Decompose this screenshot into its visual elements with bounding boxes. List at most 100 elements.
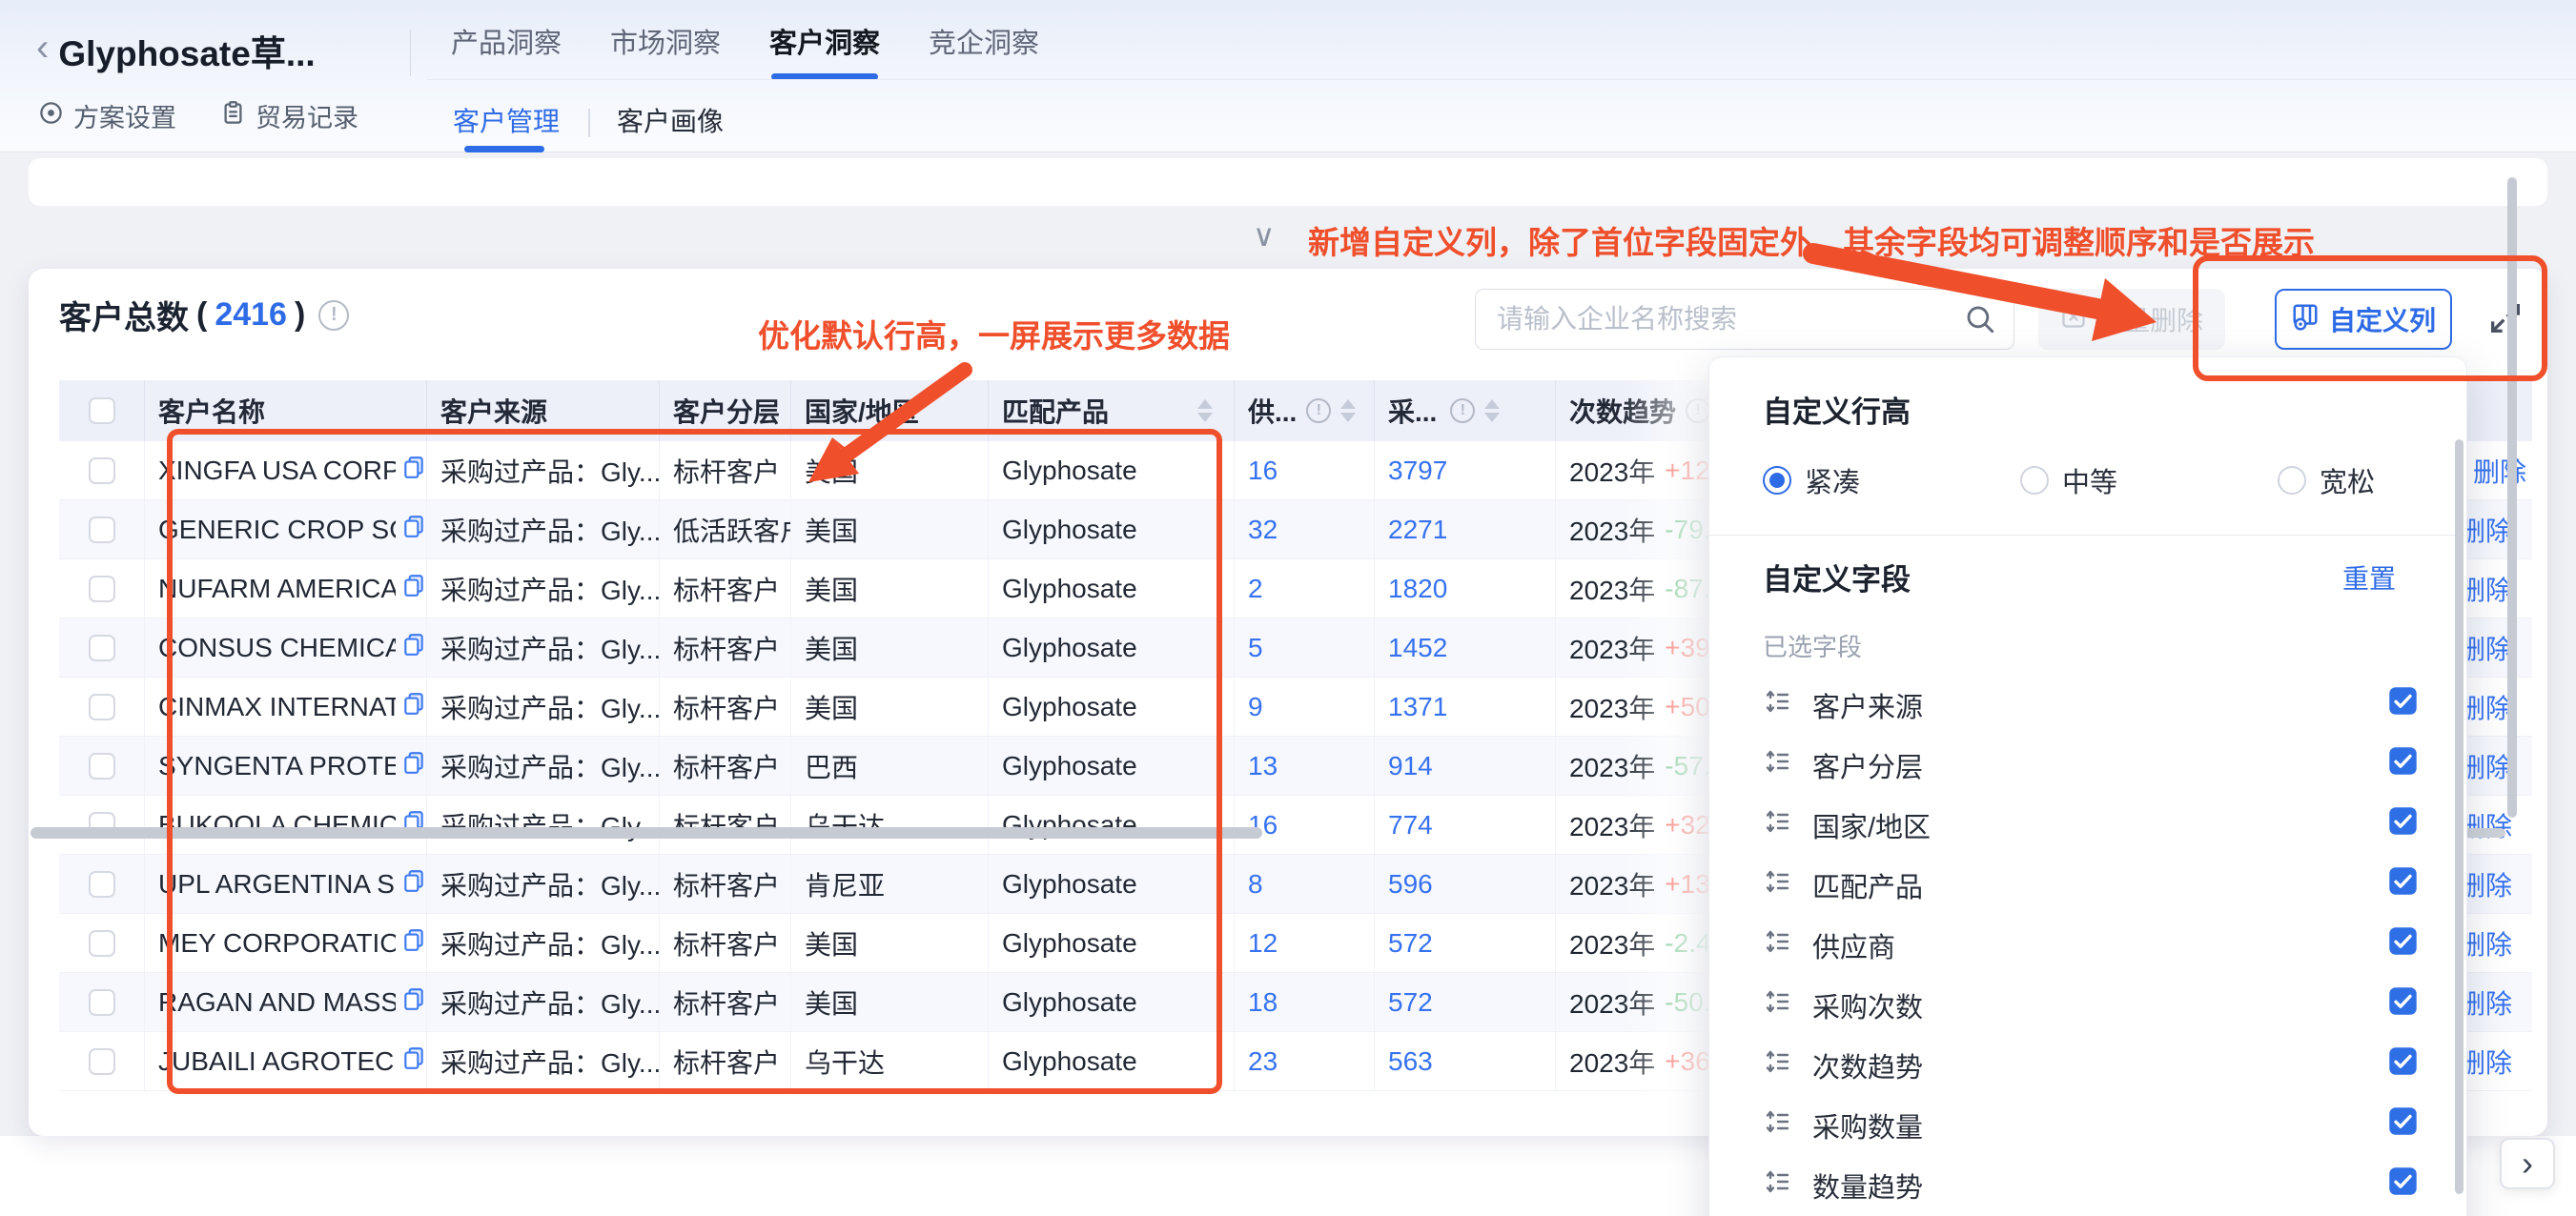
drag-handle-icon[interactable] <box>1763 807 1791 841</box>
suppliers-count-link[interactable]: 32 <box>1248 515 1278 545</box>
copy-icon[interactable] <box>401 455 426 486</box>
search-input[interactable] <box>1495 290 1952 349</box>
copy-icon[interactable] <box>401 691 426 722</box>
purchases-count-link[interactable]: 596 <box>1388 869 1433 900</box>
delete-link[interactable]: 删除 <box>2467 983 2512 1022</box>
purchases-count-link[interactable]: 774 <box>1388 810 1433 841</box>
copy-icon[interactable] <box>401 750 426 781</box>
drag-handle-icon[interactable] <box>1763 687 1791 720</box>
purchases-count-link[interactable]: 563 <box>1388 1046 1433 1077</box>
delete-link[interactable]: 删除 <box>2467 806 2512 844</box>
reset-link[interactable]: 重置 <box>2342 558 2396 597</box>
delete-link[interactable]: 删除 <box>2467 924 2512 963</box>
suppliers-count-link[interactable]: 5 <box>1248 633 1263 663</box>
purchases-count-link[interactable]: 572 <box>1388 987 1433 1018</box>
suppliers-count-link[interactable]: 8 <box>1248 869 1263 900</box>
delete-link[interactable]: 删除 <box>2467 1043 2512 1081</box>
delete-link[interactable]: 删除 <box>2467 865 2512 903</box>
copy-icon[interactable] <box>401 1045 426 1077</box>
field-checkbox[interactable] <box>2388 1166 2418 1201</box>
row-height-option[interactable]: 宽松 <box>2278 460 2375 500</box>
field-checkbox[interactable] <box>2388 1046 2418 1081</box>
delete-link[interactable]: 删除 <box>2473 452 2526 490</box>
customize-columns-button[interactable]: 自定义列 <box>2275 289 2452 350</box>
row-checkbox[interactable] <box>59 559 145 618</box>
info-icon[interactable]: ! <box>318 300 349 331</box>
search-icon[interactable] <box>1964 303 1996 340</box>
suppliers-count-link[interactable]: 18 <box>1248 987 1278 1018</box>
info-icon[interactable]: ! <box>1686 398 1710 423</box>
purchases-count-link[interactable]: 914 <box>1388 751 1433 781</box>
drag-handle-icon[interactable] <box>1763 1167 1791 1201</box>
quick-link-trade-records[interactable]: 贸易记录 <box>220 97 358 134</box>
copy-icon[interactable] <box>401 632 426 663</box>
field-checkbox[interactable] <box>2388 686 2418 720</box>
bulk-delete-button[interactable]: 批量删除 <box>2038 289 2225 350</box>
row-checkbox[interactable] <box>59 618 145 677</box>
copy-icon[interactable] <box>401 514 426 545</box>
tab-item[interactable]: 客户洞察 <box>769 15 880 80</box>
purchases-count-link[interactable]: 1452 <box>1388 633 1447 663</box>
field-checkbox[interactable] <box>2388 746 2418 780</box>
row-checkbox[interactable] <box>59 737 145 795</box>
vertical-scrollbar[interactable] <box>2507 177 2517 818</box>
row-checkbox[interactable] <box>59 678 145 736</box>
purchases-count-link[interactable]: 1371 <box>1388 692 1447 722</box>
drag-handle-icon[interactable] <box>1763 747 1791 780</box>
panel-scrollbar[interactable] <box>2455 439 2464 1194</box>
tab-item[interactable]: 产品洞察 <box>451 15 562 80</box>
subtab-item[interactable]: 客户管理 <box>451 103 562 152</box>
delete-link[interactable]: 删除 <box>2467 688 2512 726</box>
fullscreen-expand-icon[interactable] <box>2486 299 2525 337</box>
field-checkbox[interactable] <box>2388 866 2418 901</box>
drag-handle-icon[interactable] <box>1763 867 1791 901</box>
delete-link[interactable]: 删除 <box>2467 747 2512 785</box>
suppliers-count-link[interactable]: 9 <box>1248 692 1263 722</box>
tab-item[interactable]: 竞企洞察 <box>929 15 1039 80</box>
purchases-count-link[interactable]: 1820 <box>1388 574 1447 604</box>
sort-icon[interactable] <box>1340 399 1356 422</box>
delete-link[interactable]: 删除 <box>2467 629 2512 667</box>
horizontal-scrollbar[interactable] <box>31 827 1262 839</box>
row-checkbox[interactable] <box>59 1032 145 1090</box>
field-checkbox[interactable] <box>2388 1106 2418 1141</box>
row-height-option[interactable]: 紧凑 <box>1763 460 1860 500</box>
copy-icon[interactable] <box>401 868 426 900</box>
drag-handle-icon[interactable] <box>1763 987 1791 1021</box>
sort-icon[interactable] <box>1197 399 1213 422</box>
drag-handle-icon[interactable] <box>1763 1107 1791 1141</box>
quick-link-plan-settings[interactable]: 方案设置 <box>38 97 176 134</box>
sort-icon[interactable] <box>1484 399 1500 422</box>
subtab-item[interactable]: 客户画像 <box>588 103 726 152</box>
field-checkbox[interactable] <box>2388 806 2418 841</box>
row-checkbox[interactable] <box>59 855 145 913</box>
row-checkbox[interactable] <box>59 914 145 972</box>
row-checkbox[interactable] <box>59 796 145 854</box>
delete-link[interactable]: 删除 <box>2467 570 2512 608</box>
back-icon[interactable]: ‹ <box>36 25 49 71</box>
suppliers-count-link[interactable]: 16 <box>1248 456 1278 486</box>
suppliers-count-link[interactable]: 12 <box>1248 928 1278 959</box>
tab-item[interactable]: 市场洞察 <box>610 15 721 80</box>
suppliers-count-link[interactable]: 13 <box>1248 751 1278 781</box>
row-checkbox[interactable] <box>59 973 145 1031</box>
field-checkbox[interactable] <box>2388 986 2418 1021</box>
info-icon[interactable]: ! <box>1450 398 1475 423</box>
row-height-option[interactable]: 中等 <box>2020 460 2117 500</box>
drag-handle-icon[interactable] <box>1763 927 1791 961</box>
field-checkbox[interactable] <box>2388 926 2418 961</box>
copy-icon[interactable] <box>401 573 426 604</box>
drag-handle-icon[interactable] <box>1763 1047 1791 1081</box>
suppliers-count-link[interactable]: 23 <box>1248 1046 1278 1077</box>
delete-link[interactable]: 删除 <box>2467 511 2512 549</box>
info-icon[interactable]: ! <box>1306 398 1331 423</box>
next-page-button[interactable]: › <box>2500 1138 2555 1189</box>
purchases-count-link[interactable]: 572 <box>1388 928 1433 959</box>
row-checkbox[interactable] <box>59 500 145 558</box>
suppliers-count-link[interactable]: 2 <box>1248 574 1263 604</box>
purchases-count-link[interactable]: 2271 <box>1388 515 1447 545</box>
select-all-checkbox[interactable] <box>59 380 145 441</box>
row-checkbox[interactable] <box>59 441 145 499</box>
copy-icon[interactable] <box>401 927 426 959</box>
purchases-count-link[interactable]: 3797 <box>1388 456 1447 486</box>
